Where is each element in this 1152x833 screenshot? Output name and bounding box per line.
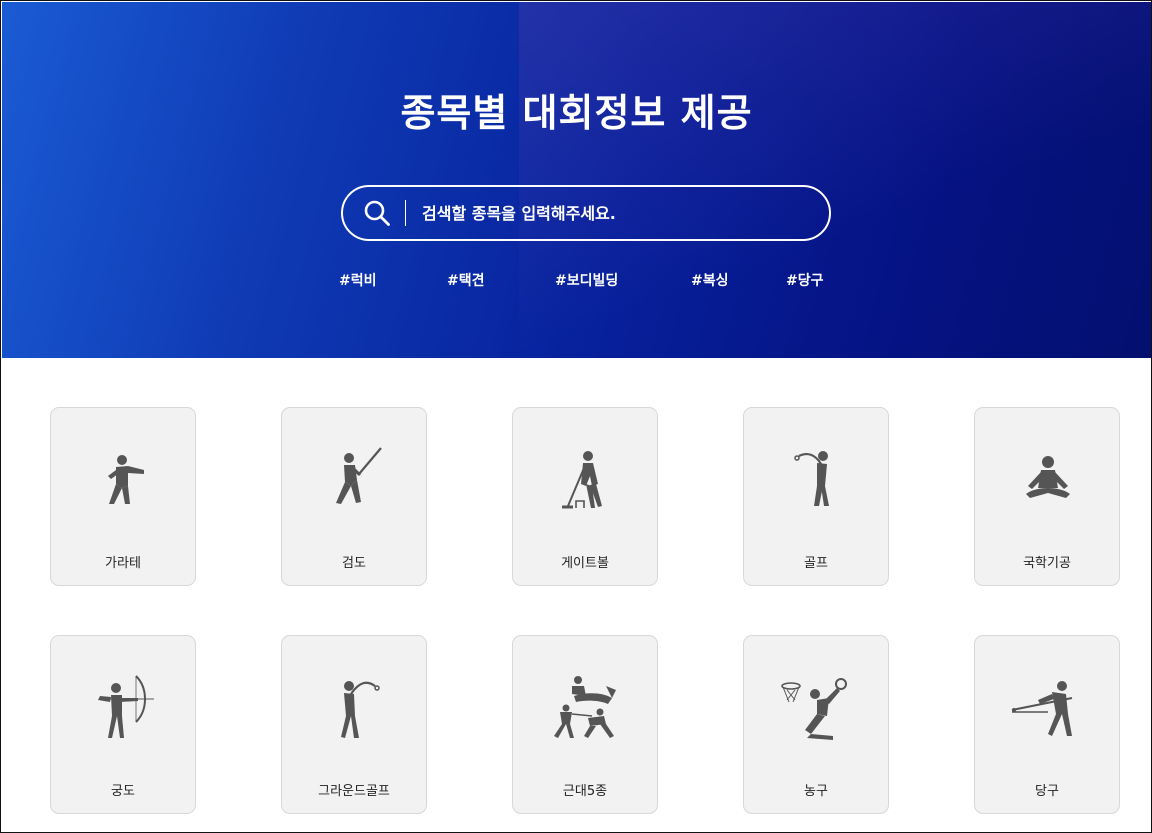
page-title: 종목별 대회정보 제공 <box>400 91 753 135</box>
search-icon[interactable] <box>363 199 391 227</box>
search-box[interactable] <box>341 185 831 241</box>
search-input[interactable] <box>420 202 804 224</box>
qigong-icon <box>1026 456 1070 498</box>
sport-card-karate[interactable]: 가라테 <box>50 407 196 586</box>
gateball-icon <box>562 451 602 509</box>
sport-label: 가라테 <box>105 556 141 571</box>
sport-label: 검도 <box>342 556 366 571</box>
billiards-icon <box>1011 681 1073 736</box>
sport-card-billiards[interactable]: 당구 <box>974 635 1120 814</box>
modern-pentathlon-icon <box>554 676 616 738</box>
golf-icon <box>794 451 829 506</box>
sport-label: 골프 <box>804 556 828 571</box>
karate-icon <box>108 455 144 504</box>
kendo-icon <box>336 447 382 504</box>
tag-boxing[interactable]: #복싱 <box>691 270 729 290</box>
sport-card-basketball[interactable]: 농구 <box>743 635 889 814</box>
sport-card-qigong[interactable]: 국학기공 <box>974 407 1120 586</box>
sport-label: 국학기공 <box>1023 556 1071 571</box>
hero-banner: 종목별 대회정보 제공 #럭비 #택견 #보디빌딩 #복싱 #당구 <box>2 2 1151 358</box>
tag-billiards[interactable]: #당구 <box>786 270 824 290</box>
basketball-icon <box>781 678 847 740</box>
sport-card-kendo[interactable]: 검도 <box>281 407 427 586</box>
page-frame: 종목별 대회정보 제공 #럭비 #택견 #보디빌딩 #복싱 #당구 <box>0 0 1152 833</box>
tag-rugby[interactable]: #럭비 <box>339 270 377 290</box>
popular-tags: #럭비 #택견 #보디빌딩 #복싱 #당구 <box>2 270 1151 292</box>
sport-label: 농구 <box>804 784 828 799</box>
ground-golf-icon <box>341 681 380 738</box>
sport-card-archery[interactable]: 궁도 <box>50 635 196 814</box>
sport-label: 게이트볼 <box>561 556 609 571</box>
sport-label: 궁도 <box>111 784 135 799</box>
sport-card-gateball[interactable]: 게이트볼 <box>512 407 658 586</box>
sport-label: 그라운드골프 <box>318 784 390 799</box>
sport-card-modern-pentathlon[interactable]: 근대5종 <box>512 635 658 814</box>
search-divider <box>405 200 406 226</box>
sport-label: 근대5종 <box>562 784 608 799</box>
sport-card-ground-golf[interactable]: 그라운드골프 <box>281 635 427 814</box>
tag-bodybuilding[interactable]: #보디빌딩 <box>555 270 618 290</box>
archery-icon <box>98 675 154 738</box>
sport-label: 당구 <box>1035 784 1059 799</box>
sport-card-golf[interactable]: 골프 <box>743 407 889 586</box>
tag-taekkyeon[interactable]: #택견 <box>447 270 485 290</box>
